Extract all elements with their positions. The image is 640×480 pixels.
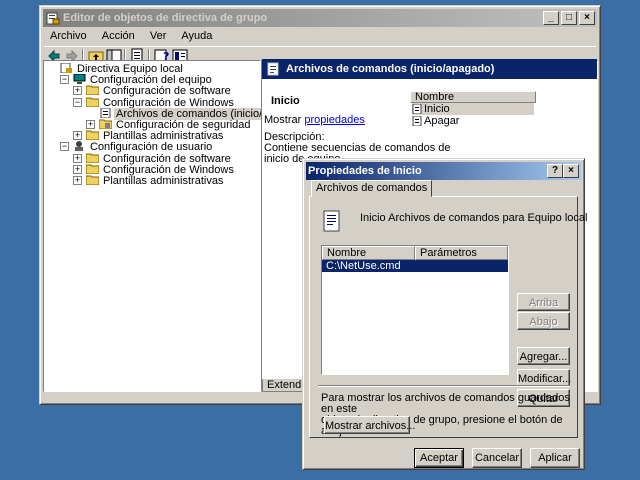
tree-item-label: Configuración de software	[103, 152, 231, 165]
properties-link[interactable]: propiedades	[304, 114, 365, 126]
list-item-label: Apagar	[424, 115, 460, 127]
expand-icon[interactable]: +	[86, 120, 95, 129]
tree-item-label: Configuración de Windows	[103, 96, 234, 109]
collapse-icon[interactable]: −	[60, 75, 69, 85]
script-folder-icon	[267, 62, 279, 76]
expand-icon[interactable]: +	[73, 176, 82, 185]
up-button[interactable]: Arriba	[517, 293, 570, 311]
tree-item-label: Configuración de Windows	[103, 163, 234, 176]
ok-button[interactable]: Aceptar	[414, 448, 464, 468]
folder-icon	[86, 130, 101, 142]
detail-header-text: Archivos de comandos (inicio/apagado)	[286, 63, 495, 75]
tree-item-label: Configuración de seguridad	[116, 119, 251, 131]
divider	[318, 385, 570, 387]
expand-icon[interactable]: +	[73, 86, 82, 96]
info-line-1: Para mostrar los archivos de comandos gu…	[321, 392, 570, 415]
show-files-button[interactable]: Mostrar archivos...	[324, 416, 415, 434]
collapse-icon[interactable]: −	[73, 97, 82, 107]
column-header-nombre[interactable]: Nombre	[410, 91, 536, 103]
properties-dialog: Propiedades de Inicio ? × Archivos de co…	[302, 158, 587, 470]
tree-item[interactable]: + Configuración de software	[73, 152, 233, 165]
policy-icon	[60, 63, 75, 75]
tree-item-label: Plantillas administrativas	[103, 130, 224, 143]
list-item-label: Inicio	[424, 103, 450, 115]
maximize-button[interactable]: □	[561, 11, 577, 25]
tab-archivos-de-comandos[interactable]: Archivos de comandos	[311, 180, 433, 197]
expand-icon[interactable]: +	[73, 153, 82, 163]
tree-item-label: Configuración de usuario	[90, 141, 213, 154]
add-button[interactable]: Agregar...	[517, 347, 570, 365]
show-properties-line: Mostrar propiedades	[264, 114, 365, 126]
folder-icon	[86, 153, 101, 165]
column-header-parametros[interactable]: Parámetros	[415, 246, 508, 260]
column-header-nombre[interactable]: Nombre	[322, 246, 415, 260]
tree-item[interactable]: + Plantillas administrativas	[73, 175, 225, 187]
tree-item[interactable]: + Configuración de Windows	[73, 163, 236, 176]
menu-ver[interactable]: Ver	[144, 28, 173, 44]
show-prefix: Mostrar	[264, 114, 302, 126]
script-icon	[99, 107, 114, 120]
dialog-close-button[interactable]: ×	[563, 164, 579, 178]
detail-header: Archivos de comandos (inicio/apagado)	[262, 59, 597, 79]
cancel-button[interactable]: Cancelar	[472, 448, 522, 468]
close-button[interactable]: ×	[579, 11, 595, 25]
tree-item-label: Directiva Equipo local	[77, 63, 183, 75]
folder-icon	[86, 175, 101, 187]
dialog-heading: Inicio Archivos de comandos para Equipo …	[360, 212, 588, 224]
main-title-bar[interactable]: Editor de objetos de directiva de grupo …	[43, 9, 597, 27]
apply-button[interactable]: Aplicar	[530, 448, 580, 468]
menu-bar: Archivo Acción Ver Ayuda	[44, 28, 218, 46]
menu-accion[interactable]: Acción	[96, 28, 141, 44]
scripts-list-header: Nombre Parámetros	[322, 246, 508, 260]
tree-item[interactable]: + Configuración de seguridad	[86, 119, 253, 131]
dialog-help-button[interactable]: ?	[547, 164, 563, 178]
folder-icon	[86, 97, 101, 109]
script-file-icon	[412, 104, 422, 114]
list-item-inicio[interactable]: Inicio	[412, 103, 534, 115]
tree-item[interactable]: + Configuración de software	[73, 85, 233, 98]
tree-item-label: Plantillas administrativas	[103, 175, 224, 187]
tree-item[interactable]: − Configuración de usuario	[60, 141, 214, 154]
list-header: Nombre	[410, 91, 536, 103]
user-icon	[73, 141, 88, 153]
script-name-cell: C:\NetUse.cmd	[326, 260, 401, 272]
expand-icon[interactable]: +	[73, 164, 82, 174]
computer-icon	[73, 74, 88, 86]
tree-item[interactable]: − Configuración de Windows	[73, 96, 236, 109]
minimize-button[interactable]: _	[543, 11, 559, 25]
tree-item-label: Configuración del equipo	[90, 74, 212, 87]
table-row[interactable]: C:\NetUse.cmd	[322, 260, 508, 272]
tree-item[interactable]: − Configuración del equipo	[60, 74, 214, 87]
script-document-icon	[323, 210, 340, 232]
folder-icon	[86, 85, 101, 97]
folder-icon	[86, 164, 101, 176]
tree-item-label: Configuración de software	[103, 85, 231, 98]
main-title-text: Editor de objetos de directiva de grupo	[63, 12, 268, 24]
menu-ayuda[interactable]: Ayuda	[175, 28, 218, 44]
scripts-list[interactable]: Nombre Parámetros C:\NetUse.cmd	[321, 245, 509, 375]
tree-item[interactable]: Directiva Equipo local	[60, 63, 185, 75]
dialog-title-bar[interactable]: Propiedades de Inicio ? ×	[306, 162, 581, 180]
list-item-apagar[interactable]: Apagar	[412, 115, 534, 127]
down-button[interactable]: Abajo	[517, 312, 570, 330]
dialog-title-text: Propiedades de Inicio	[308, 165, 422, 177]
tree-item[interactable]: + Plantillas administrativas	[73, 130, 225, 143]
tab-page: Inicio Archivos de comandos para Equipo …	[309, 196, 587, 438]
expand-icon[interactable]: +	[73, 131, 82, 141]
detail-item-title: Inicio	[271, 95, 300, 107]
menu-archivo[interactable]: Archivo	[44, 28, 93, 44]
security-icon	[99, 119, 114, 131]
collapse-icon[interactable]: −	[60, 142, 69, 152]
tree-pane[interactable]: Directiva Equipo local − Configuración del…	[43, 60, 311, 392]
script-file-icon	[412, 116, 422, 126]
gpo-editor-icon	[46, 12, 60, 25]
